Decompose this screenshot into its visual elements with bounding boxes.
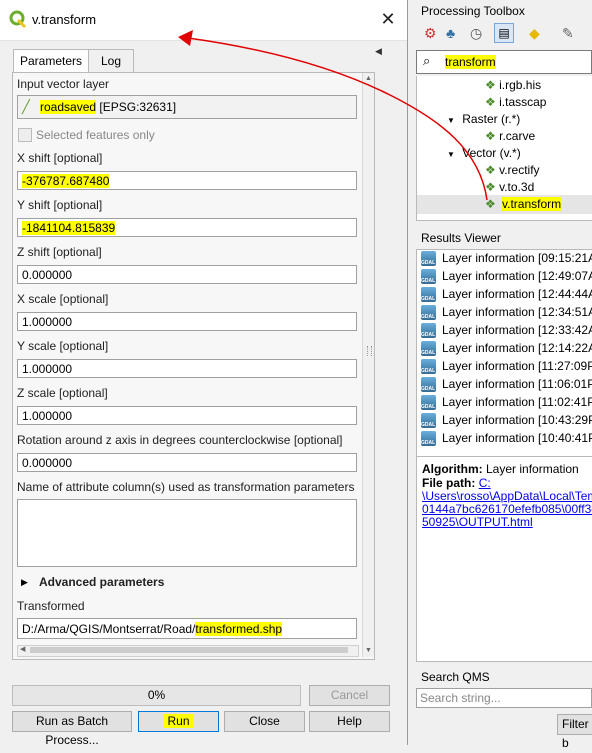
annotation-arrow (178, 30, 488, 201)
